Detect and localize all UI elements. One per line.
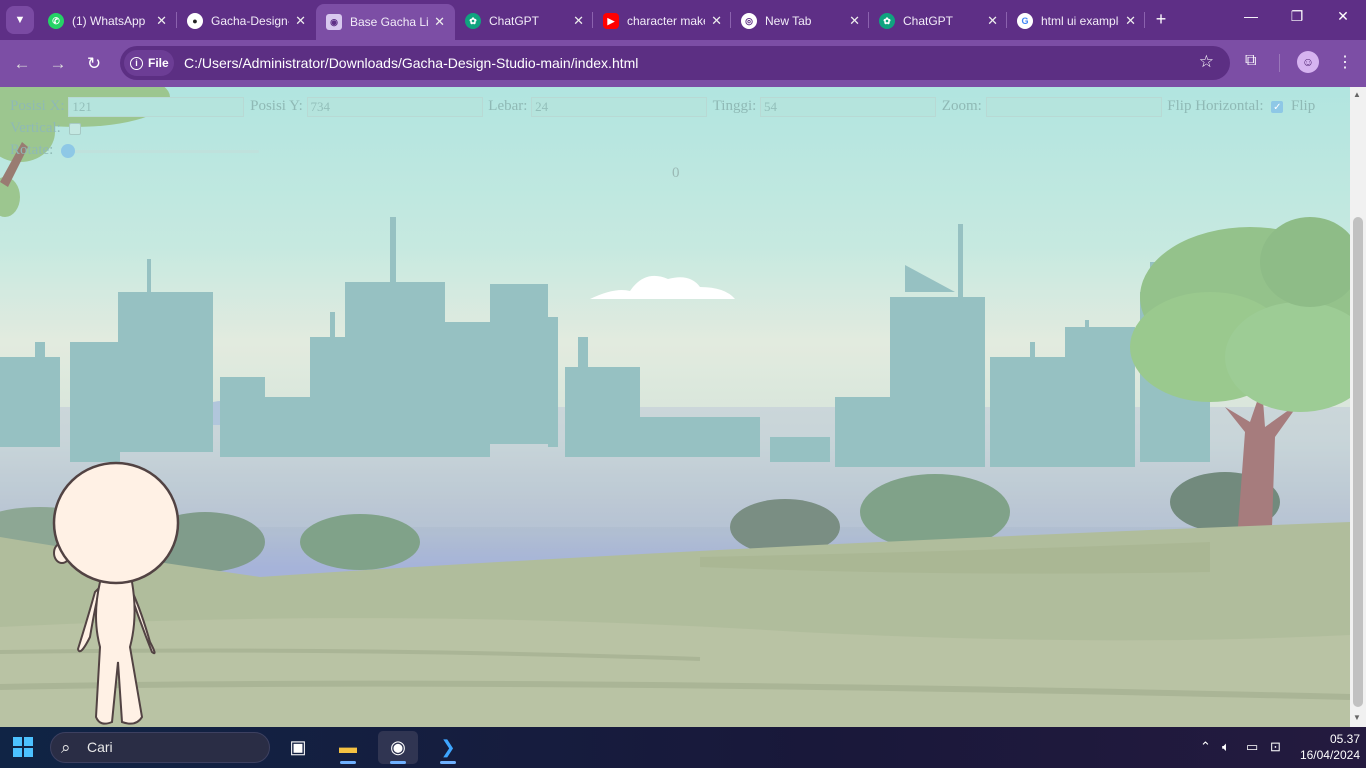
scroll-thumb[interactable] [1353, 217, 1363, 707]
flip-horizontal-checkbox[interactable]: ✓ [1271, 100, 1284, 113]
tray-chevron-icon[interactable]: ⌃ [1200, 739, 1211, 755]
tab-chatgpt-2[interactable]: ✿ ChatGPT ✕ [869, 6, 1008, 36]
rotation-counter: 0 [672, 165, 680, 181]
windows-taskbar: ⌕ Cari ▣ ▬ ◉ ❯ ⌃ 🔈︎ ▭ ⊡ 05.37 16/04/2024 [0, 727, 1366, 768]
pos-y-label: Posisi Y: [250, 98, 303, 114]
site-info-chip[interactable]: i File [124, 50, 174, 76]
file-explorer-icon[interactable]: ▬ [328, 731, 368, 764]
zoom-label: Zoom: [941, 98, 982, 114]
battery-icon[interactable]: ▭ [1246, 739, 1258, 755]
close-icon[interactable]: ✕ [573, 13, 584, 29]
minimize-icon[interactable]: — [1236, 8, 1266, 24]
new-tab-button[interactable]: + [1150, 8, 1172, 30]
chevron-down-icon: ▼ [14, 14, 26, 26]
width-input[interactable] [531, 96, 708, 117]
pos-x-input[interactable] [68, 96, 245, 117]
volume-icon[interactable]: 🔈︎ [1222, 739, 1230, 755]
tab-new-tab[interactable]: ◎ New Tab ✕ [731, 6, 870, 36]
chrome-icon: ◎ [741, 13, 757, 29]
restore-icon[interactable]: ❐ [1282, 8, 1312, 25]
bookmark-star-icon[interactable]: ☆ [1199, 52, 1214, 72]
search-icon: ⌕ [61, 738, 71, 757]
vscode-icon[interactable]: ❯ [428, 731, 468, 764]
search-placeholder: Cari [87, 739, 113, 755]
slider-track [63, 149, 260, 153]
windows-start-icon[interactable] [13, 737, 33, 757]
forward-arrow-icon[interactable]: → [46, 52, 70, 76]
width-label: Lebar: [488, 98, 528, 114]
reload-icon[interactable]: ↻ [82, 52, 106, 76]
flip-vertical-checkbox[interactable] [68, 122, 81, 135]
scroll-up-icon[interactable]: ▲ [1353, 90, 1361, 99]
tab-title: (1) WhatsApp [72, 14, 146, 28]
close-icon[interactable]: ✕ [987, 13, 998, 29]
tab-search-button[interactable]: ▼ [6, 6, 34, 34]
extensions-icon[interactable]: ⧉ [1245, 52, 1256, 70]
whatsapp-icon: ✆ [48, 13, 64, 29]
task-view-icon[interactable]: ▣ [278, 731, 318, 764]
rotate-label: Rotate: [10, 142, 54, 158]
pos-y-input[interactable] [306, 96, 483, 117]
tab-google[interactable]: G html ui examples ✕ [1007, 6, 1146, 36]
tab-chatgpt[interactable]: ✿ ChatGPT ✕ [455, 6, 594, 36]
info-icon: i [130, 56, 143, 70]
height-input[interactable] [760, 96, 937, 117]
address-bar[interactable]: i File C:/Users/Administrator/Downloads/… [120, 46, 1230, 80]
close-icon[interactable]: ✕ [295, 13, 306, 29]
taskbar-search[interactable]: ⌕ Cari [50, 732, 270, 763]
tab-strip: ▼ ✆ (1) WhatsApp ✕ ● Gacha-Design-Studio… [0, 0, 1366, 40]
google-icon: G [1017, 13, 1033, 29]
tab-title: html ui examples [1041, 14, 1119, 28]
transform-controls: Posisi X: Posisi Y: Lebar: Tinggi: Zoom:… [10, 95, 1340, 161]
tab-title: Base Gacha Life [350, 15, 428, 29]
rotate-slider[interactable] [61, 143, 260, 158]
tab-title: New Tab [765, 14, 812, 28]
system-clock[interactable]: 05.37 16/04/2024 [1290, 731, 1360, 763]
tab-title: Gacha-Design-Studio [211, 14, 289, 28]
zoom-input[interactable] [985, 96, 1162, 117]
tab-base-gacha[interactable]: ◉ Base Gacha Life ✕ [316, 4, 455, 40]
close-icon[interactable]: ✕ [711, 13, 722, 29]
slider-knob[interactable] [61, 143, 76, 158]
tab-whatsapp[interactable]: ✆ (1) WhatsApp ✕ [38, 6, 177, 36]
close-icon[interactable]: ✕ [849, 13, 860, 29]
close-icon[interactable]: ✕ [1125, 13, 1136, 29]
pos-x-label: Posisi X: [10, 98, 65, 114]
page-viewport: Posisi X: Posisi Y: Lebar: Tinggi: Zoom:… [0, 87, 1350, 727]
park-background [0, 87, 1350, 727]
clock-time: 05.37 [1329, 732, 1360, 746]
tab-title: ChatGPT [489, 14, 540, 28]
tab-youtube[interactable]: ▶ character maker ✕ [593, 6, 732, 36]
back-arrow-icon[interactable]: ← [10, 52, 34, 76]
url-text[interactable]: C:/Users/Administrator/Downloads/Gacha-D… [184, 55, 638, 71]
chatgpt-icon: ✿ [465, 13, 481, 29]
window-close-icon[interactable]: ✕ [1328, 8, 1358, 25]
profile-avatar[interactable]: ☺ [1297, 51, 1319, 73]
tab-title: character maker [627, 14, 705, 28]
close-icon[interactable]: ✕ [156, 13, 167, 29]
youtube-icon: ▶ [603, 13, 619, 29]
network-icon[interactable]: ⊡ [1270, 739, 1281, 755]
page-scrollbar[interactable]: ▲ ▼ [1350, 87, 1366, 727]
chip-label: File [148, 56, 169, 70]
gacha-icon: ◉ [326, 14, 342, 30]
height-label: Tinggi: [712, 98, 757, 114]
menu-kebab-icon[interactable]: ⋮ [1337, 52, 1353, 72]
clock-date: 16/04/2024 [1299, 748, 1360, 762]
chrome-icon[interactable]: ◉ [378, 731, 418, 764]
flip-horizontal-label: Flip Horizontal: [1167, 98, 1264, 114]
chatgpt-icon: ✿ [879, 13, 895, 29]
tab-title: ChatGPT [903, 14, 954, 28]
browser-toolbar: ← → ↻ i File C:/Users/Administrator/Down… [0, 40, 1366, 87]
close-icon[interactable]: ✕ [434, 14, 445, 30]
tab-github[interactable]: ● Gacha-Design-Studio ✕ [177, 6, 316, 36]
scroll-down-icon[interactable]: ▼ [1353, 713, 1361, 722]
github-icon: ● [187, 13, 203, 29]
